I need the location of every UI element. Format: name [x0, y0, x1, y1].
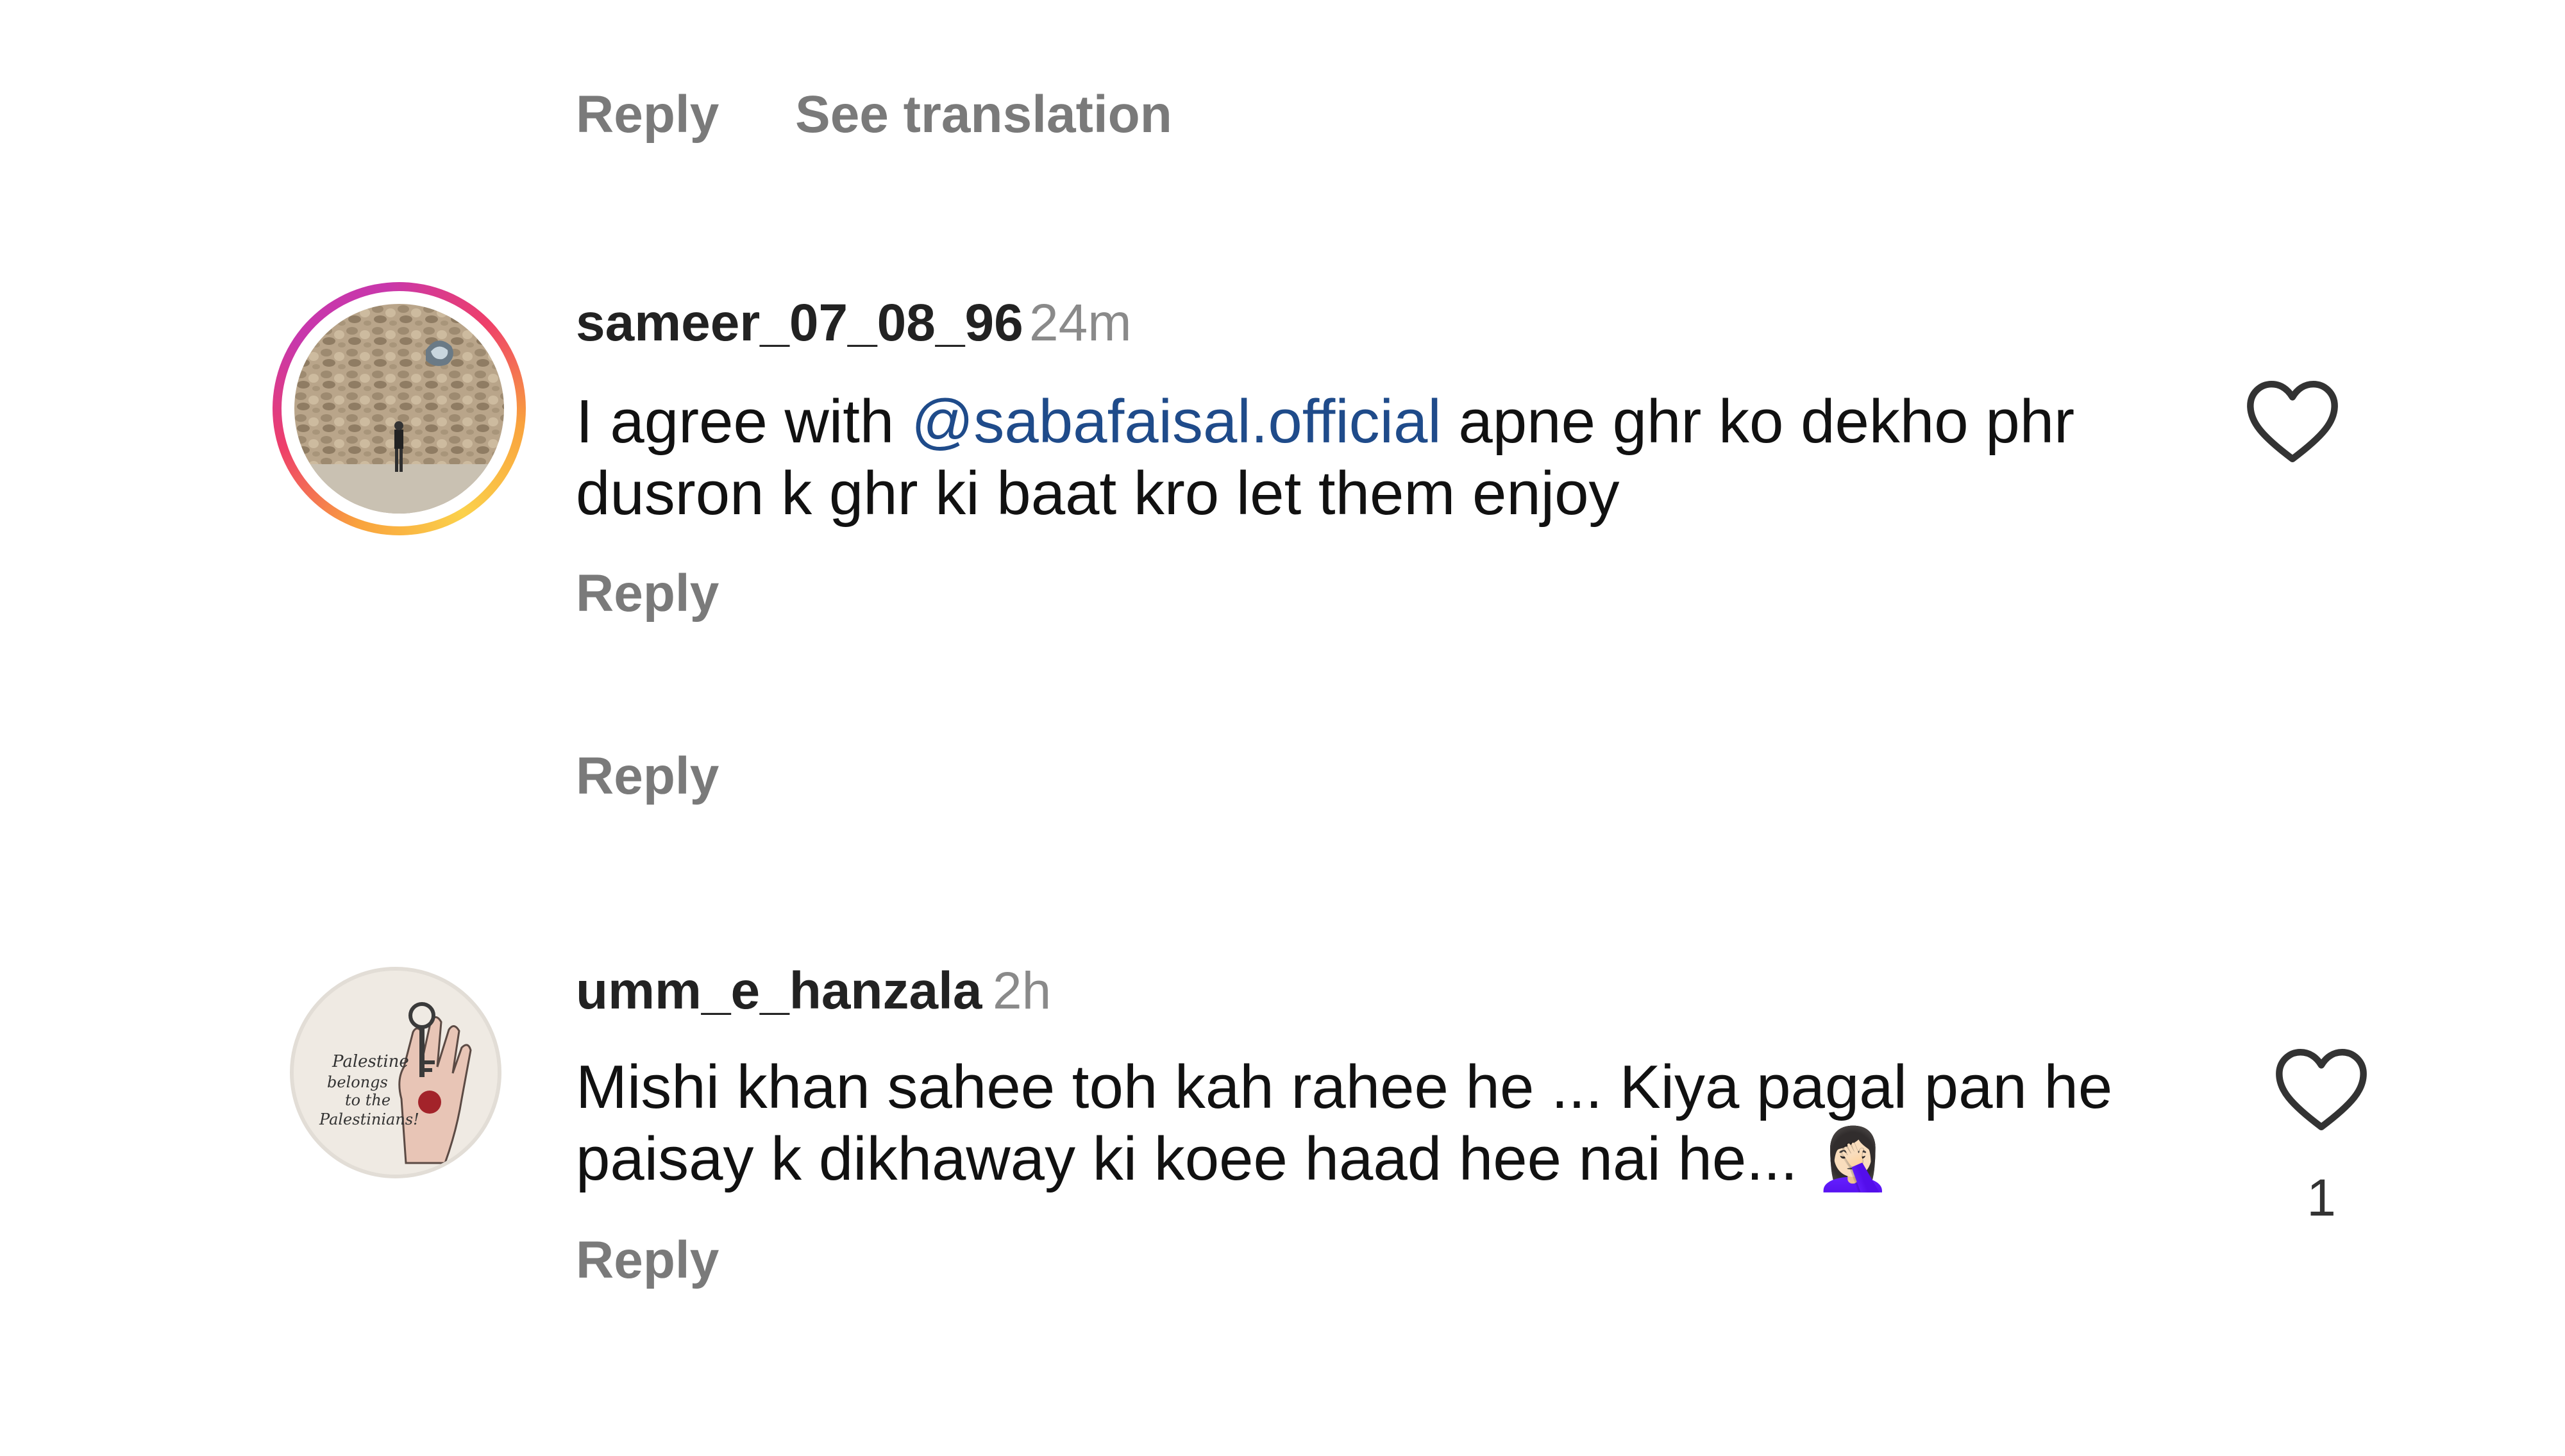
reply-button[interactable]: Reply — [576, 1234, 719, 1287]
reply-button[interactable]: Reply — [576, 750, 719, 803]
svg-text:belongs: belongs — [327, 1073, 388, 1091]
wall-photo-avatar-icon — [294, 304, 504, 514]
comment-text: I agree with @sabafaisal.official apne g… — [576, 386, 2217, 530]
comment-timestamp: 24m — [1029, 294, 1132, 352]
comment-text-part: I agree with — [576, 387, 911, 456]
palestine-key-hand-avatar-icon[interactable]: Palestine belongs to the Palestinians! — [290, 967, 501, 1178]
svg-text:Palestinians!: Palestinians! — [319, 1110, 419, 1128]
svg-text:to the: to the — [345, 1091, 391, 1109]
comment-text: Mishi khan sahee toh kah rahee he ... Ki… — [576, 1051, 2140, 1195]
heart-outline-icon[interactable] — [2244, 378, 2341, 465]
see-translation-button[interactable]: See translation — [795, 88, 1172, 141]
mention-link[interactable]: @sabafaisal.official — [911, 387, 1442, 456]
avatar-sameer[interactable] — [273, 282, 526, 535]
comment-timestamp: 2h — [993, 962, 1052, 1020]
comment-username[interactable]: sameer_07_08_96 — [576, 297, 1023, 349]
reply-button[interactable]: Reply — [576, 567, 719, 620]
comment-username[interactable]: umm_e_hanzala — [576, 965, 982, 1017]
svg-text:Palestine: Palestine — [332, 1052, 409, 1071]
facepalm-emoji: 🤦🏻‍♀️ — [1814, 1125, 1892, 1193]
reply-button[interactable]: Reply — [576, 88, 719, 141]
like-count[interactable]: 1 — [2296, 1172, 2347, 1225]
heart-outline-icon[interactable] — [2273, 1046, 2369, 1133]
